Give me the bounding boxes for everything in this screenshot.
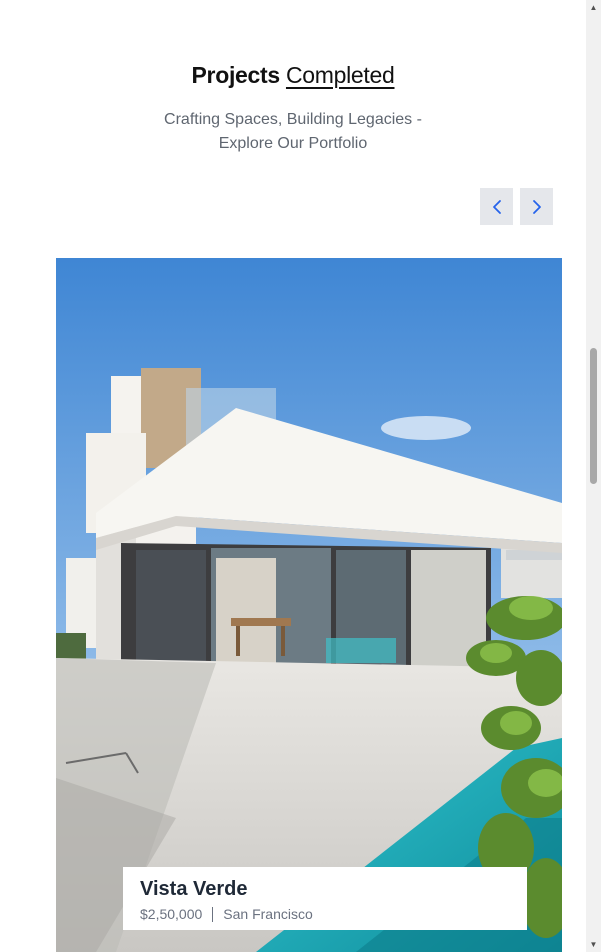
project-price: $2,50,000 — [140, 906, 203, 922]
meta-divider — [212, 906, 214, 922]
scrollbar-thumb[interactable] — [590, 348, 597, 484]
chevron-left-icon — [492, 199, 501, 214]
section-title-underlined: Completed — [285, 62, 395, 88]
project-location: San Francisco — [223, 906, 313, 922]
project-image — [56, 258, 562, 952]
page-scrollbar[interactable]: ▲ ▼ — [586, 0, 601, 952]
carousel-prev-button[interactable] — [480, 188, 513, 225]
chevron-right-icon — [532, 199, 541, 214]
scroll-down-arrow-icon[interactable]: ▼ — [586, 937, 601, 952]
project-meta: $2,50,000 San Francisco — [140, 906, 313, 922]
section-subtitle: Crafting Spaces, Building Legacies - Exp… — [164, 111, 422, 152]
section-title-bold: Projects — [191, 62, 281, 88]
scroll-up-arrow-icon[interactable]: ▲ — [586, 0, 601, 15]
project-info-panel: Vista Verde $2,50,000 San Francisco — [123, 867, 527, 930]
carousel-next-button[interactable] — [520, 188, 553, 225]
section-title: Projects Completed — [0, 62, 586, 89]
project-name: Vista Verde — [140, 878, 248, 900]
project-card[interactable]: Vista Verde $2,50,000 San Francisco — [56, 258, 562, 952]
projects-section: Projects Completed Crafting Spaces, Buil… — [0, 0, 586, 952]
